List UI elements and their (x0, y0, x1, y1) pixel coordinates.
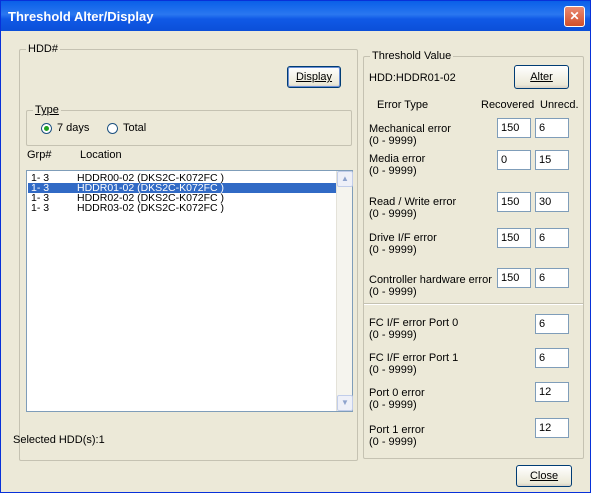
radio-7-days[interactable] (41, 123, 52, 134)
list-scrollbar[interactable]: ▲ ▼ (336, 171, 353, 411)
radio-7-days-label: 7 days (57, 122, 90, 134)
port1-unrecd-input[interactable]: 12 (535, 418, 569, 438)
list-item[interactable]: 1- 3 HDDR03-02 (DKS2C-K072FC ) (28, 203, 337, 214)
window-title: Threshold Alter/Display (8, 9, 154, 24)
scroll-up-icon[interactable]: ▲ (337, 171, 353, 187)
port0-unrecd-input[interactable]: 12 (535, 382, 569, 402)
column-grp: Grp# (27, 149, 52, 161)
mechanical-error-label: Mechanical error (369, 123, 451, 135)
hdd-group-label: HDD# (26, 43, 60, 55)
media-unrecd-input[interactable]: 15 (535, 150, 569, 170)
hdd-group: HDD# Display Type 7 days Total Grp# Loca… (13, 43, 358, 461)
port0-error-range: (0 - 9999) (369, 399, 417, 411)
port1-error-label: Port 1 error (369, 424, 425, 436)
read-write-unrecd-input[interactable]: 30 (535, 192, 569, 212)
type-group-label: Type (33, 104, 61, 116)
selected-hdd-count: Selected HDD(s):1 (13, 434, 105, 446)
mechanical-recovered-input[interactable]: 150 (497, 118, 531, 138)
fc-port1-unrecd-input[interactable]: 6 (535, 348, 569, 368)
read-write-error-label: Read / Write error (369, 196, 457, 208)
port1-error-range: (0 - 9999) (369, 436, 417, 448)
drive-if-error-range: (0 - 9999) (369, 244, 417, 256)
controller-hw-error-range: (0 - 9999) (369, 286, 417, 298)
title-bar: Threshold Alter/Display ✕ (1, 1, 590, 31)
threshold-hdd-label: HDD:HDDR01-02 (369, 72, 456, 84)
controller-hw-error-label: Controller hardware error (369, 274, 492, 286)
fc-port0-unrecd-input[interactable]: 6 (535, 314, 569, 334)
controller-hw-unrecd-input[interactable]: 6 (535, 268, 569, 288)
scroll-down-icon[interactable]: ▼ (337, 395, 353, 411)
threshold-group-label: Threshold Value (370, 50, 454, 62)
threshold-dialog: Threshold Alter/Display ✕ HDD# Display T… (0, 0, 591, 493)
threshold-group: Threshold Value HDD:HDDR01-02 Alter Erro… (363, 50, 584, 459)
section-divider (364, 303, 583, 305)
media-error-range: (0 - 9999) (369, 165, 417, 177)
type-group: Type 7 days Total (26, 104, 352, 146)
display-button-label: Display (295, 71, 333, 83)
controller-hw-recovered-input[interactable]: 150 (497, 268, 531, 288)
mechanical-error-range: (0 - 9999) (369, 135, 417, 147)
media-error-label: Media error (369, 153, 426, 165)
hdd-list[interactable]: 1- 3 HDDR00-02 (DKS2C-K072FC ) 1- 3 HDDR… (26, 170, 353, 412)
port0-error-label: Port 0 error (369, 387, 425, 399)
fc-port0-error-label: FC I/F error Port 0 (369, 317, 459, 329)
close-button[interactable]: Close (516, 465, 572, 487)
column-unrecd: Unrecd. (540, 99, 579, 111)
read-write-error-range: (0 - 9999) (369, 208, 417, 220)
drive-if-unrecd-input[interactable]: 6 (535, 228, 569, 248)
mechanical-unrecd-input[interactable]: 6 (535, 118, 569, 138)
column-location: Location (80, 149, 122, 161)
media-recovered-input[interactable]: 0 (497, 150, 531, 170)
column-error-type: Error Type (377, 99, 429, 111)
display-button[interactable]: Display (287, 66, 341, 88)
drive-if-recovered-input[interactable]: 150 (497, 228, 531, 248)
drive-if-error-label: Drive I/F error (369, 232, 437, 244)
window-close-icon[interactable]: ✕ (564, 6, 585, 27)
radio-total-label: Total (123, 122, 147, 134)
column-recovered: Recovered (481, 99, 535, 111)
fc-port1-error-label: FC I/F error Port 1 (369, 352, 459, 364)
fc-port0-error-range: (0 - 9999) (369, 329, 417, 341)
alter-button[interactable]: Alter (514, 65, 569, 89)
radio-total[interactable] (107, 123, 118, 134)
fc-port1-error-range: (0 - 9999) (369, 364, 417, 376)
read-write-recovered-input[interactable]: 150 (497, 192, 531, 212)
